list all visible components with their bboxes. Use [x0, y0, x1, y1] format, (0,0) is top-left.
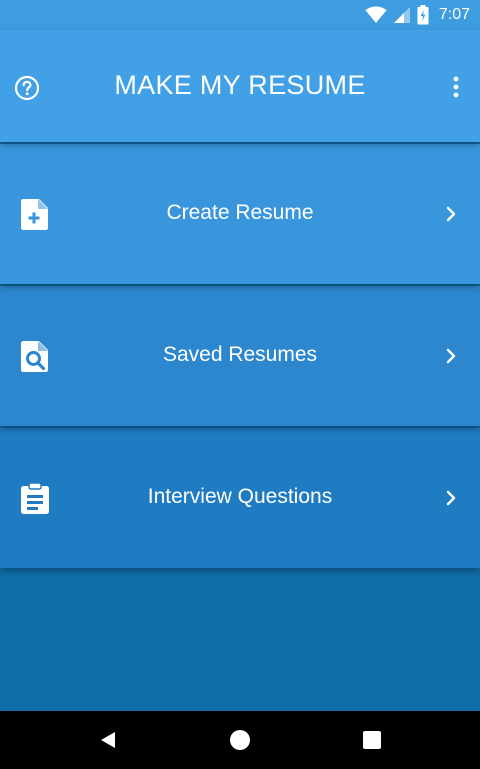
recents-icon[interactable] [363, 731, 381, 749]
battery-charging-icon [417, 5, 429, 25]
status-bar: 7:07 [0, 0, 480, 30]
app-bar: MAKE MY RESUME [0, 30, 480, 142]
menu-item-label: Create Resume [166, 201, 314, 224]
chevron-right-icon [446, 348, 456, 364]
status-time: 7:07 [438, 6, 470, 23]
status-icons: 7:07 [365, 4, 470, 26]
menu-item-interview-questions[interactable]: Interview Questions [0, 428, 480, 568]
content-background [0, 570, 480, 711]
home-icon[interactable] [230, 730, 250, 750]
app-title: MAKE MY RESUME [114, 70, 366, 100]
chevron-right-icon [446, 206, 456, 222]
menu-item-create-resume[interactable]: Create Resume [0, 144, 480, 284]
chevron-right-icon [446, 490, 456, 506]
more-vertical-icon [453, 76, 459, 98]
more-options-button[interactable] [446, 74, 466, 100]
wifi-icon [365, 6, 387, 23]
menu-item-label: Saved Resumes [162, 343, 318, 366]
menu-item-label: Interview Questions [147, 485, 333, 508]
back-icon[interactable] [98, 730, 118, 750]
signal-icon [393, 7, 410, 23]
menu-item-saved-resumes[interactable]: Saved Resumes [0, 286, 480, 426]
navigation-bar [0, 711, 480, 769]
